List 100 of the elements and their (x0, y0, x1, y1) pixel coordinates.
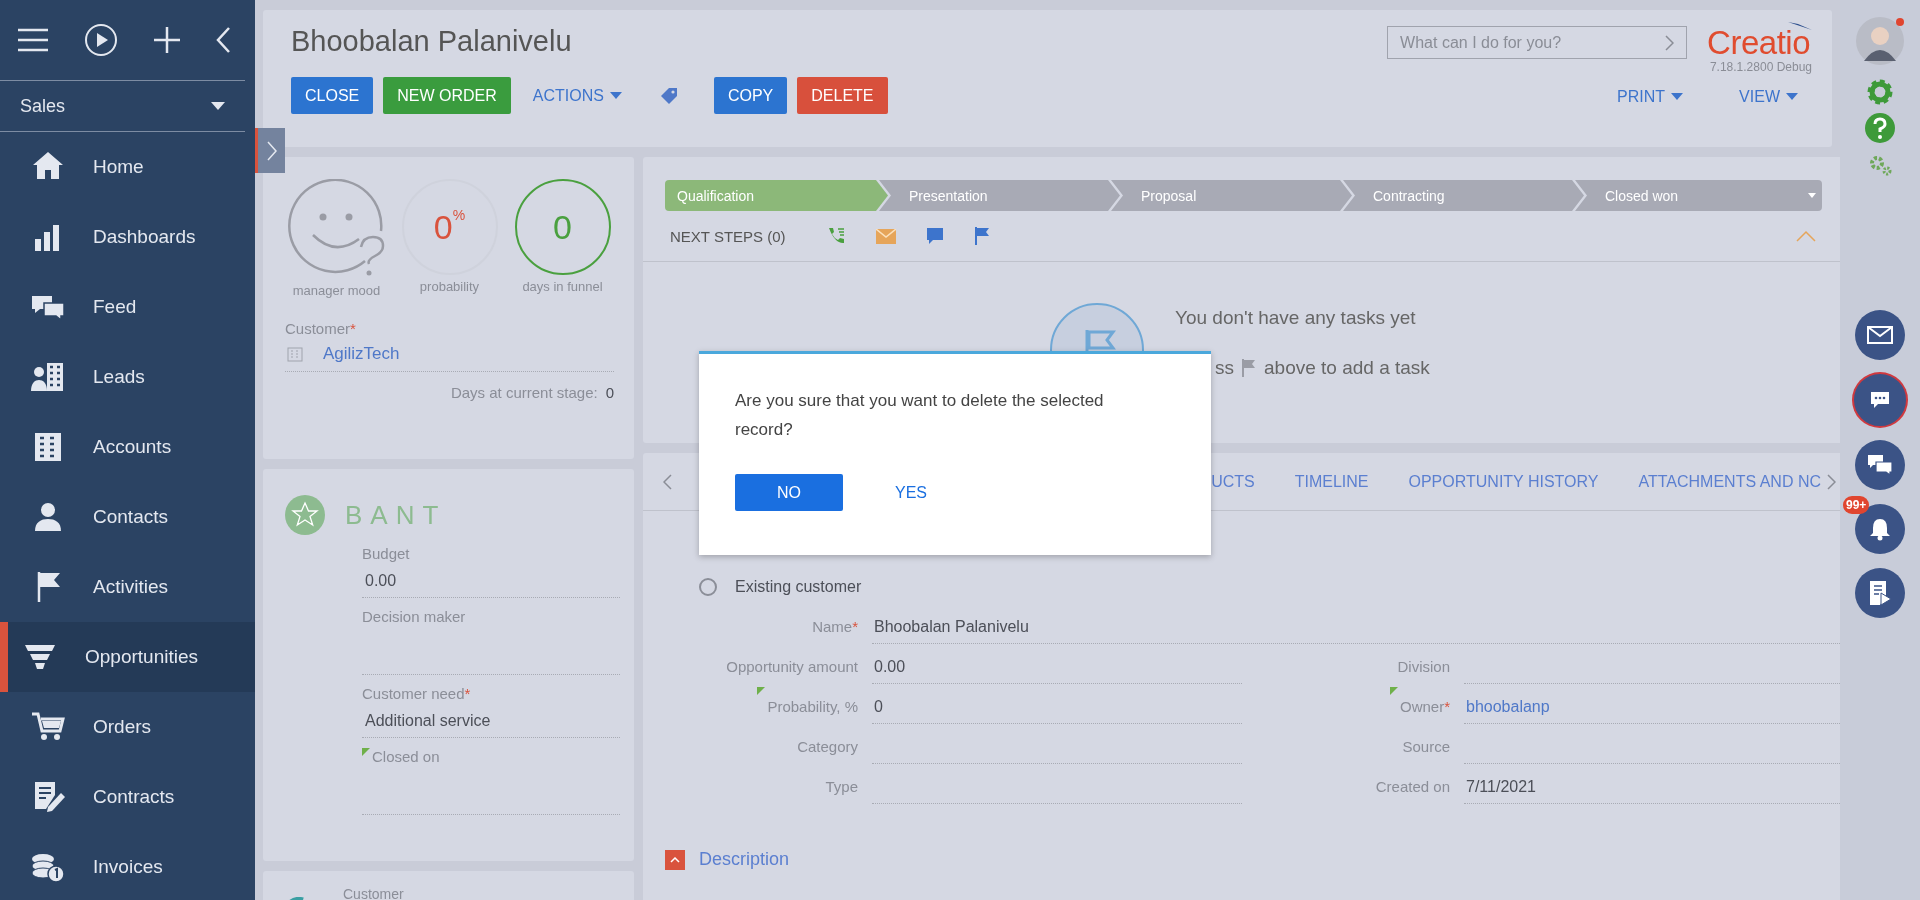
chat-icon (1870, 391, 1890, 409)
search-field[interactable]: What can I do for you? (1387, 26, 1688, 59)
field-label: Category (796, 737, 858, 757)
avatar[interactable] (1856, 17, 1904, 65)
nav-item[interactable]: Accounts (0, 412, 255, 482)
field-value: Additional service (362, 705, 620, 738)
dropdown-menu[interactable]: PRINT (1605, 78, 1698, 115)
stage-step[interactable]: Contracting (1343, 180, 1584, 211)
corner-mark-icon (1389, 687, 1398, 695)
actions-menu[interactable]: ACTIONS (520, 77, 636, 114)
action-button[interactable]: NEW ORDER (383, 77, 511, 114)
field-value: 0.00 (872, 651, 1242, 684)
notification-badge: 99+ (1843, 496, 1870, 514)
percent-sign: % (452, 207, 466, 223)
nav-item[interactable]: Leads (0, 342, 255, 412)
section-title: Description (699, 849, 790, 870)
field-label: Customer* (285, 320, 357, 337)
star-badge-icon (285, 495, 325, 535)
field-value: 0 (605, 384, 614, 401)
field-value: 0.00 (362, 565, 620, 598)
record-title: Bhoobalan Palanivelu (291, 25, 573, 58)
collapse-button[interactable] (665, 849, 685, 870)
field-label: Budget (362, 545, 411, 564)
section-dropdown[interactable]: Sales (0, 81, 245, 132)
days-value: 0 (553, 207, 572, 247)
radio-button[interactable] (699, 578, 717, 596)
nav-item[interactable]: Activities (0, 552, 255, 622)
plus-icon[interactable] (152, 26, 181, 54)
field-value: 0 (872, 691, 1242, 724)
feed-button[interactable] (1855, 440, 1905, 490)
section-title: NEXT STEPS (0) (670, 227, 786, 245)
chat-icon[interactable] (925, 227, 944, 245)
tab[interactable]: OPPORTUNITY HISTORY (1408, 472, 1599, 491)
hint-text: ss (1215, 357, 1234, 379)
menu-icon[interactable] (16, 27, 50, 53)
stage-step[interactable]: Closed won (1575, 180, 1822, 211)
stage-step[interactable]: Presentation (879, 180, 1120, 211)
nav-item[interactable]: Contracts (0, 762, 255, 832)
corner-mark-icon (757, 687, 766, 695)
chevron-right-icon[interactable] (1827, 473, 1836, 490)
document-play-icon (1868, 580, 1892, 606)
process-button[interactable] (1855, 568, 1905, 618)
envelope-icon[interactable] (875, 228, 896, 244)
gear-icon[interactable] (1865, 77, 1895, 107)
nav-item[interactable]: Dashboards (0, 202, 255, 272)
flag-icon[interactable] (973, 227, 990, 245)
nav-item[interactable]: Feed (0, 272, 255, 342)
play-icon[interactable] (84, 23, 119, 57)
logo: Creatio (1707, 26, 1810, 60)
indicator-label: manager mood (292, 283, 381, 298)
customer-link[interactable]: AgilizTech (323, 344, 400, 364)
empty-state-title: You don't have any tasks yet (1175, 307, 1417, 329)
chevron-right-icon (1665, 34, 1675, 51)
card-title: BANT (345, 499, 447, 531)
field-label: Division (1396, 657, 1450, 677)
dialog-message: Are you sure that you want to delete the selected record? (735, 390, 1105, 441)
corner-mark-icon (362, 748, 370, 756)
field-label: Owner* (1330, 687, 1450, 727)
tab[interactable]: ATTACHMENTS AND NC (1638, 472, 1821, 491)
field-label: Probability, % (673, 687, 858, 727)
no-button[interactable]: NO (735, 474, 843, 511)
radio-label: Existing customer (735, 578, 862, 596)
help-icon[interactable] (1865, 113, 1895, 143)
probability-value: 0 (433, 207, 453, 247)
caret-down-icon (1671, 93, 1684, 100)
yes-button[interactable]: YES (891, 474, 931, 511)
field-label: Created on (1374, 777, 1450, 797)
nav-item[interactable]: Opportunities (0, 622, 255, 692)
expand-panel-button[interactable] (255, 128, 285, 173)
indicator-label: days in funnel (522, 279, 603, 294)
indicator-label: probability (419, 279, 480, 294)
action-button[interactable]: DELETE (797, 77, 888, 114)
nav-item[interactable]: Contacts (0, 482, 255, 552)
action-button[interactable]: CLOSE (291, 77, 374, 114)
gears-icon[interactable] (1867, 153, 1893, 177)
nav-item[interactable]: Orders (0, 692, 255, 762)
chat-button[interactable] (1854, 374, 1906, 426)
hint-text: above to add a task (1264, 357, 1430, 379)
bell-icon (1869, 517, 1891, 541)
field-label: Customer (343, 886, 404, 900)
field-label: Customer need* (362, 685, 472, 704)
stage-step[interactable]: Proposal (1111, 180, 1352, 211)
field-label: Decision maker (362, 608, 467, 627)
stage-step[interactable]: Qualification (665, 180, 888, 211)
action-button[interactable]: COPY (713, 77, 788, 114)
email-button[interactable] (1855, 310, 1905, 360)
nav-item[interactable]: Home (0, 132, 255, 202)
nav-item[interactable]: Invoices (0, 832, 255, 900)
chevron-up-icon[interactable] (1796, 230, 1816, 242)
field-label: Closed on (362, 748, 620, 768)
chevron-up-icon (670, 856, 680, 863)
tag-icon[interactable] (659, 86, 678, 105)
envelope-icon (1867, 326, 1893, 344)
status-dot (1896, 18, 1904, 26)
tab[interactable]: UCTS (1211, 472, 1255, 491)
flag-icon (1242, 359, 1256, 377)
dropdown-menu[interactable]: VIEW (1727, 78, 1812, 115)
chat-bubbles-icon (1867, 454, 1893, 476)
field-label: Source (1401, 737, 1450, 757)
tab[interactable]: TIMELINE (1294, 472, 1369, 491)
